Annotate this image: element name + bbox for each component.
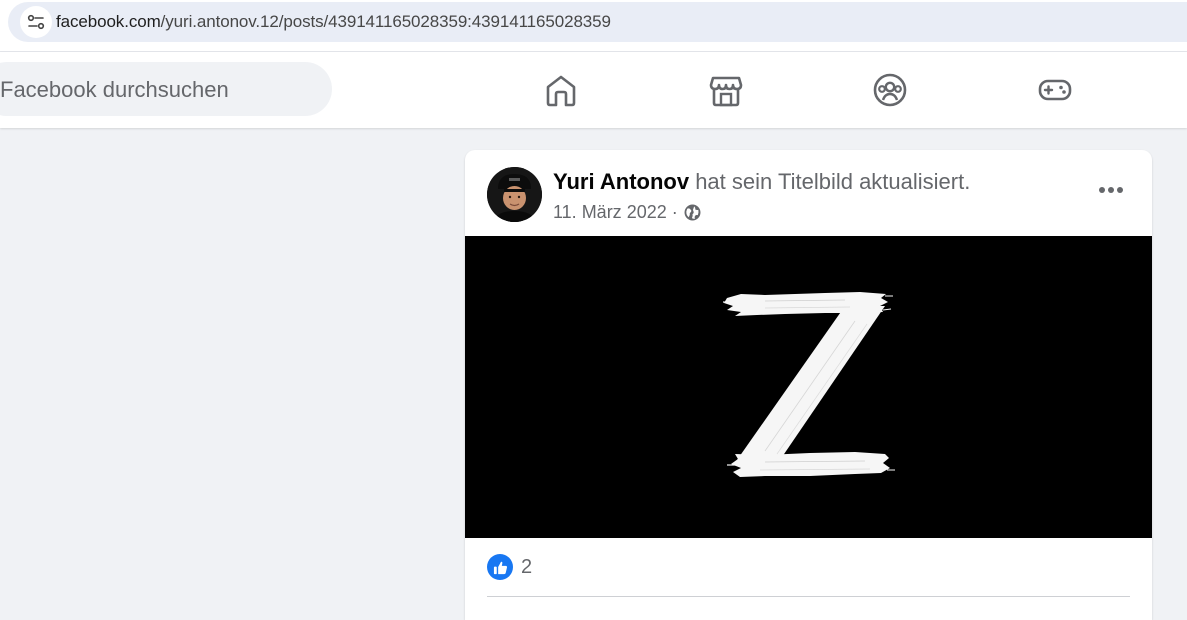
divider (487, 596, 1130, 597)
search-placeholder: Facebook durchsuchen (0, 77, 229, 102)
browser-address-bar: facebook.com/yuri.antonov.12/posts/43914… (0, 0, 1187, 52)
search-input[interactable]: Facebook durchsuchen (0, 62, 332, 116)
post-card: Yuri Antonov hat sein Titelbild aktualis… (465, 150, 1152, 620)
reaction-count: 2 (521, 555, 533, 578)
url-field[interactable]: facebook.com/yuri.antonov.12/posts/43914… (8, 2, 1187, 42)
url-domain: facebook.com (56, 12, 161, 31)
nav-groups[interactable] (871, 71, 909, 109)
like-icon (493, 561, 507, 574)
cover-photo[interactable]: Z (465, 236, 1152, 538)
post-headline: Yuri Antonov hat sein Titelbild aktualis… (553, 169, 970, 195)
url-path: /yuri.antonov.12/posts/439141165028359:4… (160, 12, 611, 31)
more-options-icon (1099, 187, 1123, 193)
gaming-icon (1038, 79, 1072, 101)
post-action: hat sein Titelbild aktualisiert. (689, 169, 971, 194)
marketplace-icon (709, 76, 743, 107)
avatar[interactable] (487, 167, 542, 222)
facebook-top-bar: Facebook durchsuchen (0, 52, 1187, 128)
nav-gaming[interactable] (1036, 71, 1074, 109)
url-text: facebook.com/yuri.antonov.12/posts/43914… (56, 12, 611, 32)
post-meta: 11. März 2022 · (553, 202, 701, 223)
post-date[interactable]: 11. März 2022 (553, 202, 667, 223)
site-info-button[interactable] (20, 6, 52, 38)
globe-icon (684, 204, 701, 221)
author-name[interactable]: Yuri Antonov (553, 169, 689, 194)
groups-icon (873, 73, 907, 107)
z-letter-graphic: Z (722, 292, 895, 477)
more-options-button[interactable] (1096, 178, 1126, 202)
home-icon (546, 75, 576, 107)
nav-home[interactable] (542, 71, 580, 109)
nav-marketplace[interactable] (707, 71, 745, 109)
tune-icon (27, 14, 45, 30)
like-badge (487, 554, 513, 580)
reactions-summary[interactable]: 2 (487, 554, 532, 580)
meta-separator: · (666, 202, 683, 222)
